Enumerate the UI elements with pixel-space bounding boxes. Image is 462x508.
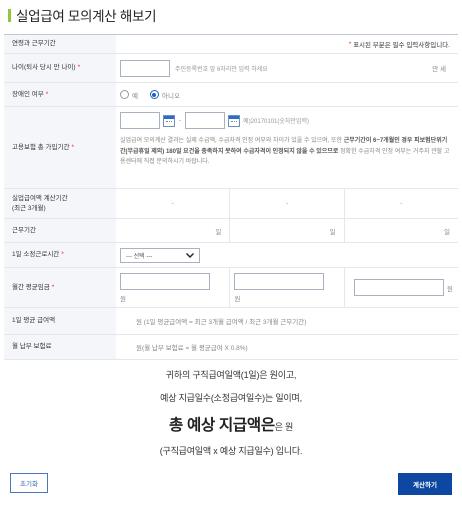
notice-prefix: 실업급여 모의계산 결과는 실제 수급액, 수급자격 인정 여부와 차이가 있을…	[120, 138, 344, 144]
required-mark: *	[51, 283, 55, 291]
work-days-cell: 일	[343, 219, 458, 242]
daily-avg-content: 원 (1일 평균급여액 = 최근 3개월 급여액 / 최근 3개월 근무기간)	[116, 308, 458, 334]
monthly-wage-unit: 원	[120, 295, 126, 303]
calculator-form: 연령과 근무기간 * 표시된 부분은 필수 입력사항입니다. 나이(퇴사 당시 …	[4, 34, 458, 360]
required-mark: *	[77, 64, 81, 72]
daily-hours-select-value: --- 선택 ---	[126, 253, 153, 260]
monthly-wage-unit: 원	[234, 295, 241, 303]
work-days-unit: 일	[444, 228, 450, 236]
disability-row: 장애인 여부 * 예 아니오	[4, 83, 458, 107]
daily-avg-text: 원 (1일 평균급여액 = 최근 3개월 급여액 / 최근 3개월 근무기간)	[136, 319, 307, 326]
required-mark: *	[45, 90, 49, 98]
daily-hours-label: 1일 소정근로시간 *	[4, 243, 116, 267]
required-note-text: 표시된 부분은 필수 입력사항입니다.	[353, 42, 450, 49]
monthly-wage-label-text: 월간 평균임금	[12, 283, 50, 291]
header-label: 연령과 근무기간	[4, 35, 116, 53]
work-days-unit: 일	[329, 228, 336, 236]
age-label-text: 나이(퇴사 당시 만 나이)	[12, 64, 76, 72]
calc-period-label: 실업급여액 계산기간 (최근 3개월)	[4, 189, 116, 218]
page-title: 실업급여 모의계산 해보기	[8, 6, 157, 24]
end-date-input[interactable]	[185, 112, 226, 129]
calculate-button[interactable]: 계산하기	[398, 473, 452, 495]
insurance-period-label: 고용보험 총 가입기간 *	[4, 107, 116, 188]
monthly-premium-label: 월 납부 보험료	[4, 335, 116, 359]
work-days-cell: 일	[116, 219, 229, 242]
monthly-wage-unit: 원	[446, 285, 453, 293]
required-mark: *	[348, 40, 352, 48]
monthly-wage-input[interactable]	[353, 279, 444, 296]
disability-yes-label: 예	[132, 92, 138, 100]
work-days-unit: 일	[215, 228, 222, 236]
calc-period-cell: -	[229, 189, 343, 218]
start-date-input[interactable]	[120, 112, 160, 129]
monthly-wage-row: 월간 평균임금 * 원 원 원	[4, 268, 458, 308]
result-summary: 귀하의 구직급여일액(1일)은 원이고, 예상 지급일수(소정급여일수)는 일이…	[0, 368, 462, 457]
insurance-notice: 실업급여 모의계산 결과는 실제 수급액, 수급자격 인정 여부와 차이가 있을…	[120, 136, 452, 168]
calc-period-cell: -	[343, 189, 458, 218]
age-content: 주민등록번호 앞 6자리만 입력 하세요 만 세	[116, 54, 458, 82]
date-example: 예)20170101(숫자만입력)	[243, 119, 309, 125]
disability-no-label: 아니오	[161, 92, 180, 100]
result-line1: 귀하의 구직급여일액(1일)은 원이고,	[165, 370, 297, 380]
result-total-label: 총 예상 지급액은	[169, 417, 275, 434]
calc-period-row: 실업급여액 계산기간 (최근 3개월) - - -	[4, 189, 458, 219]
disability-yes-radio[interactable]	[120, 90, 129, 99]
result-total-value: 은 원	[274, 422, 293, 432]
monthly-premium-row: 월 납부 보험료 원(월 납부 보험료 = 월 평균급여 X 0.8%)	[4, 335, 458, 360]
disability-label-text: 장애인 여부	[12, 90, 44, 98]
age-label: 나이(퇴사 당시 만 나이) *	[4, 54, 116, 82]
result-line2: 예상 지급일수(소정급여일수)는 일이며,	[160, 393, 302, 403]
work-days-row: 근무기간 일 일 일	[4, 219, 458, 243]
work-days-cell: 일	[229, 219, 343, 242]
monthly-wage-input[interactable]	[120, 272, 210, 290]
disability-no-radio[interactable]	[149, 90, 159, 99]
required-note: * 표시된 부분은 필수 입력사항입니다.	[116, 35, 458, 53]
calendar-icon[interactable]	[163, 114, 175, 127]
required-mark: *	[61, 251, 64, 259]
calendar-icon[interactable]	[228, 114, 241, 127]
monthly-premium-content: 원(월 납부 보험료 = 월 평균급여 X 0.8%)	[116, 335, 458, 359]
disability-content: 예 아니오	[116, 83, 458, 106]
monthly-wage-cell: 원	[343, 268, 458, 307]
daily-hours-row: 1일 소정근로시간 * --- 선택 ---	[4, 243, 458, 268]
title-accent-bar	[8, 8, 11, 22]
reset-button[interactable]: 초기화	[10, 473, 48, 493]
age-input[interactable]	[120, 59, 170, 77]
required-mark: *	[71, 143, 74, 151]
insurance-period-label-text: 고용보험 총 가입기간	[12, 143, 70, 151]
result-line4: (구직급여일액 x 예상 지급일수) 입니다.	[159, 446, 303, 456]
page-title-text: 실업급여 모의계산 해보기	[16, 9, 157, 24]
work-days-cells: 일 일 일	[116, 219, 458, 242]
calc-period-label-line1: 실업급여액 계산기간	[12, 195, 68, 203]
monthly-wage-cell: 원	[229, 268, 343, 307]
chevron-down-icon	[186, 252, 194, 258]
daily-hours-content: --- 선택 ---	[116, 243, 458, 267]
work-days-label: 근무기간	[4, 219, 116, 242]
insurance-period-content: - 예)20170101(숫자만입력) 실업급여 모의계산 결과는 실제 수급액…	[116, 107, 458, 188]
result-line3: 총 예상 지급액은은 원	[0, 413, 462, 435]
age-row: 나이(퇴사 당시 만 나이) * 주민등록번호 앞 6자리만 입력 하세요 만 세	[4, 54, 458, 83]
daily-avg-row: 1일 평균 급여액 원 (1일 평균급여액 = 최근 3개월 급여액 / 최근 …	[4, 308, 458, 335]
daily-hours-label-text: 1일 소정근로시간	[12, 251, 60, 259]
daily-hours-select[interactable]: --- 선택 ---	[120, 247, 200, 263]
form-header-row: 연령과 근무기간 * 표시된 부분은 필수 입력사항입니다.	[4, 35, 458, 54]
date-separator: -	[179, 117, 182, 124]
daily-avg-label: 1일 평균 급여액	[4, 308, 116, 334]
monthly-wage-cells: 원 원 원	[116, 268, 458, 307]
disability-label: 장애인 여부 *	[4, 83, 116, 106]
calc-period-cells: - - -	[116, 189, 458, 218]
insurance-period-row: 고용보험 총 가입기간 * - 예)20170101(숫자만입력) 실업급여 모의…	[4, 107, 458, 189]
age-unit: 만 세	[432, 66, 446, 73]
monthly-wage-cell: 원	[116, 268, 229, 307]
age-hint: 주민등록번호 앞 6자리만 입력 하세요	[175, 66, 268, 73]
calc-period-label-line2: (최근 3개월)	[12, 204, 46, 212]
monthly-premium-text: 원(월 납부 보험료 = 월 평균급여 X 0.8%)	[136, 345, 248, 352]
calc-period-cell: -	[171, 200, 174, 207]
monthly-wage-input[interactable]	[234, 272, 325, 290]
date-range: - 예)20170101(숫자만입력)	[120, 112, 309, 129]
monthly-wage-label: 월간 평균임금 *	[4, 268, 116, 307]
